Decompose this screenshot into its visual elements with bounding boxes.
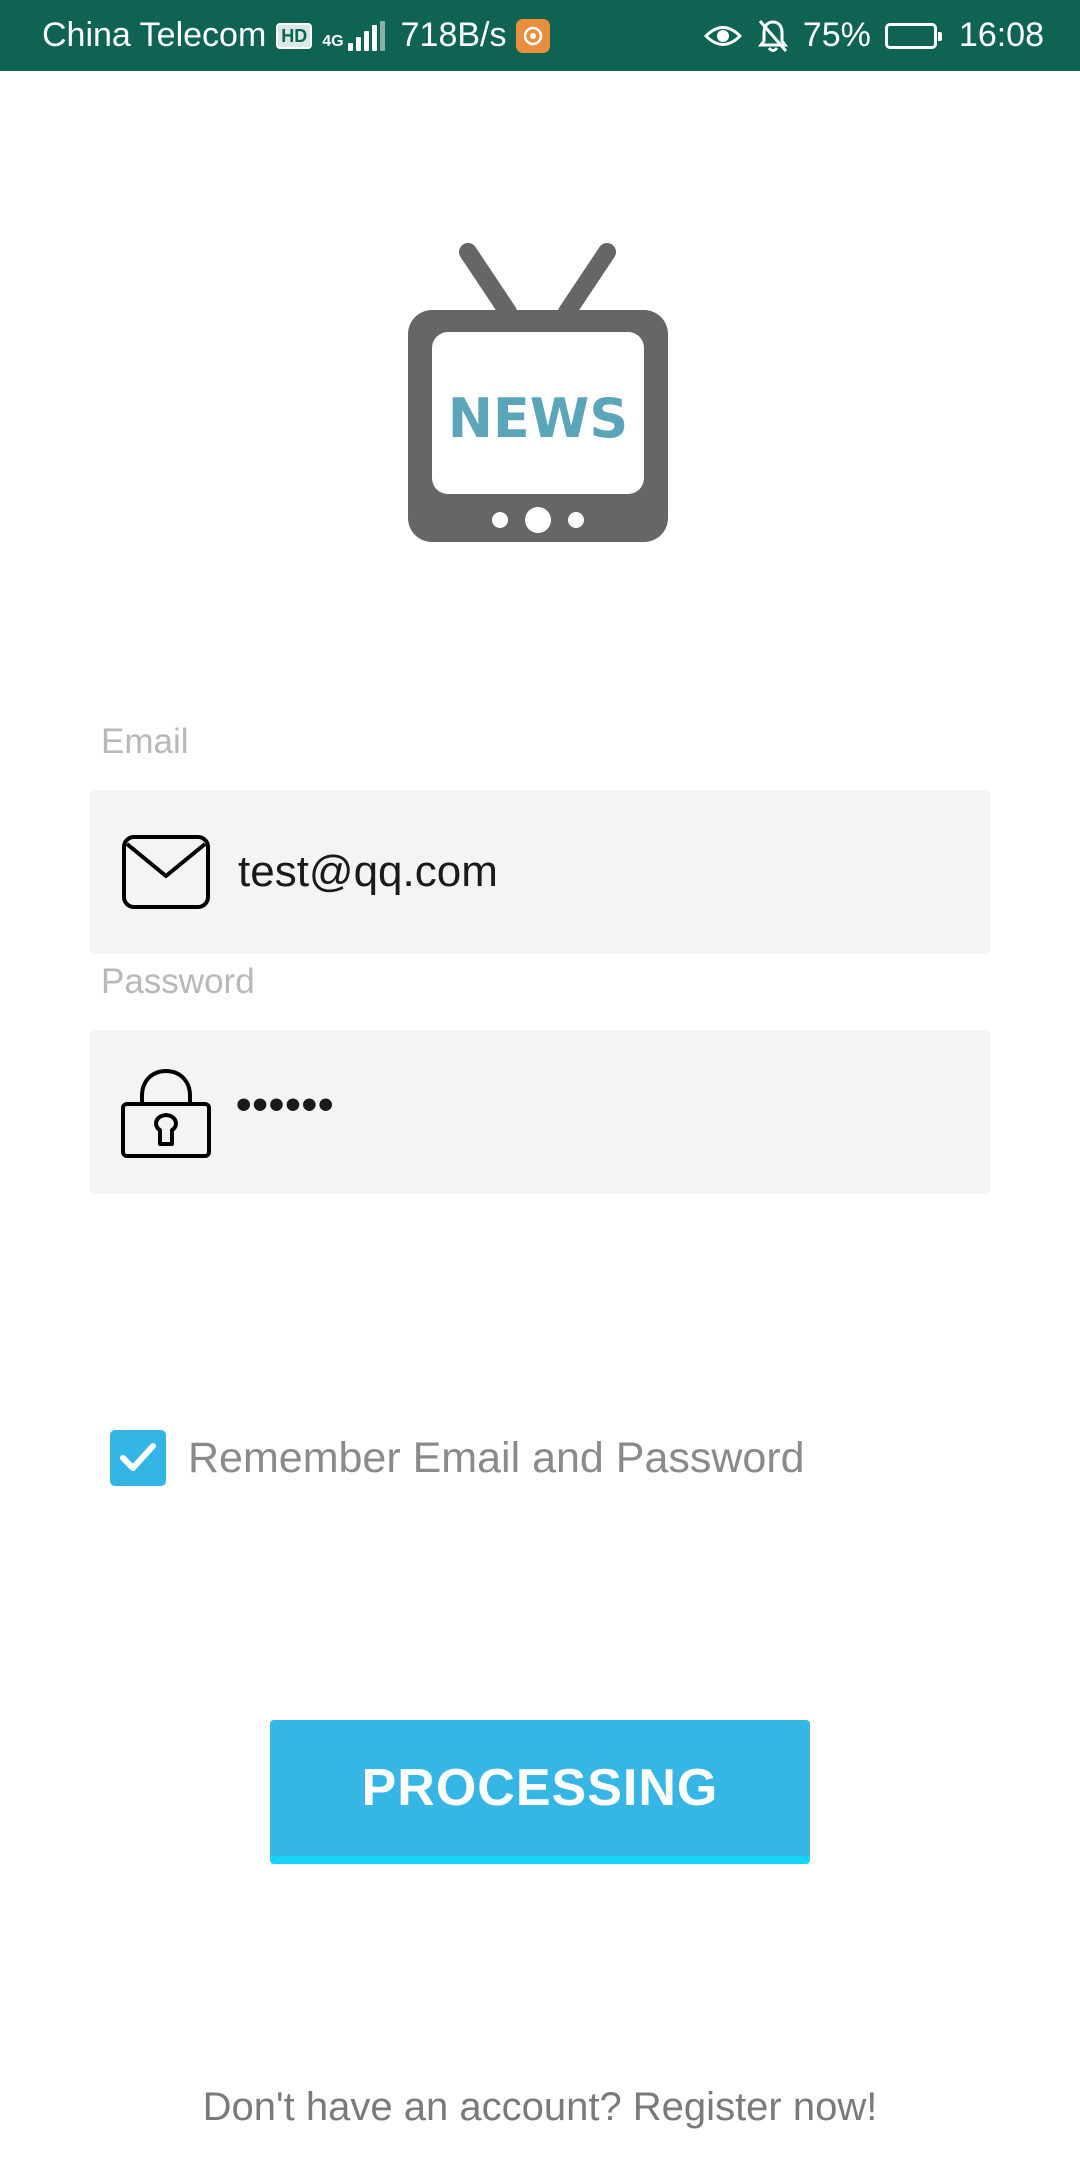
- logo-text: NEWS: [448, 387, 629, 450]
- register-link[interactable]: Don't have an account? Register now!: [0, 2085, 1080, 2130]
- password-input[interactable]: ••••••: [236, 1080, 936, 1130]
- remember-checkbox[interactable]: [110, 1430, 166, 1486]
- hd-badge: HD: [276, 22, 313, 49]
- bell-off-icon: [757, 19, 788, 52]
- processing-button[interactable]: PROCESSING: [270, 1720, 810, 1864]
- tv-antenna-right: [558, 243, 616, 321]
- status-right: 75% 16:08: [703, 16, 1044, 55]
- battery-icon: [884, 22, 942, 49]
- tv-dot-center: [525, 507, 551, 533]
- check-icon: [120, 1443, 156, 1471]
- browser-app-icon: [516, 18, 551, 53]
- battery-percent: 75%: [802, 16, 871, 54]
- lock-icon: [118, 1067, 214, 1158]
- eye-icon: [703, 25, 742, 46]
- carrier-name: China Telecom: [42, 16, 267, 54]
- clock: 16:08: [958, 16, 1044, 54]
- network-type: 4G: [322, 33, 344, 50]
- signal-icon: [347, 20, 385, 51]
- remember-label: Remember Email and Password: [188, 1433, 805, 1482]
- network-speed: 718B/s: [400, 16, 507, 54]
- status-bar: China Telecom HD 4G 718B/s 75% 16:08: [0, 0, 1080, 71]
- email-label: Email: [101, 722, 189, 761]
- password-field-container[interactable]: ••••••: [90, 1030, 990, 1194]
- password-label: Password: [101, 962, 255, 1001]
- email-input[interactable]: [236, 846, 940, 898]
- mail-icon: [118, 827, 214, 917]
- tv-dot-left: [492, 512, 508, 528]
- remember-row[interactable]: Remember Email and Password: [110, 1430, 805, 1486]
- tv-dot-right: [568, 512, 584, 528]
- email-field-container[interactable]: [90, 790, 990, 954]
- status-left: China Telecom HD 4G 718B/s: [42, 16, 551, 55]
- news-tv-logo: NEWS: [408, 243, 668, 542]
- tv-antenna-left: [459, 243, 517, 321]
